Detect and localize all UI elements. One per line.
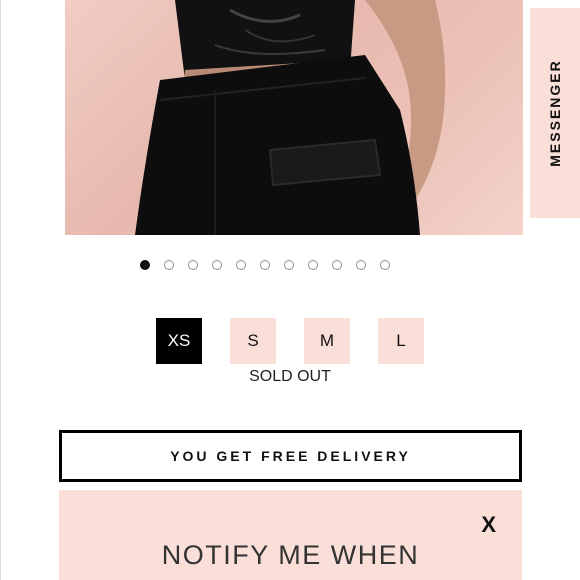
free-delivery-banner: YOU GET FREE DELIVERY (59, 430, 522, 482)
messenger-tab[interactable]: MESSENGER (530, 8, 580, 218)
carousel-dots (140, 257, 440, 273)
carousel-dot[interactable] (308, 260, 318, 270)
size-option-s[interactable]: S (230, 318, 276, 364)
carousel-dot[interactable] (260, 260, 270, 270)
product-image[interactable] (65, 0, 523, 235)
stock-status: SOLD OUT (249, 368, 331, 385)
size-selector: XS S M L (156, 318, 424, 364)
notify-panel: X NOTIFY ME WHEN (59, 490, 522, 580)
notify-title: NOTIFY ME WHEN (161, 540, 420, 570)
carousel-dot[interactable] (212, 260, 222, 270)
product-photo-illustration (135, 0, 446, 235)
close-icon[interactable]: X (481, 512, 496, 538)
size-option-l[interactable]: L (378, 318, 424, 364)
carousel-dot[interactable] (188, 260, 198, 270)
size-option-m[interactable]: M (304, 318, 350, 364)
carousel-dot[interactable] (284, 260, 294, 270)
carousel-dot[interactable] (140, 260, 150, 270)
messenger-label: MESSENGER (547, 59, 563, 167)
carousel-dot[interactable] (356, 260, 366, 270)
size-option-xs[interactable]: XS (156, 318, 202, 364)
carousel-dot[interactable] (236, 260, 246, 270)
carousel-dot[interactable] (380, 260, 390, 270)
carousel-dot[interactable] (164, 260, 174, 270)
left-border-line (0, 0, 1, 580)
carousel-dot[interactable] (332, 260, 342, 270)
